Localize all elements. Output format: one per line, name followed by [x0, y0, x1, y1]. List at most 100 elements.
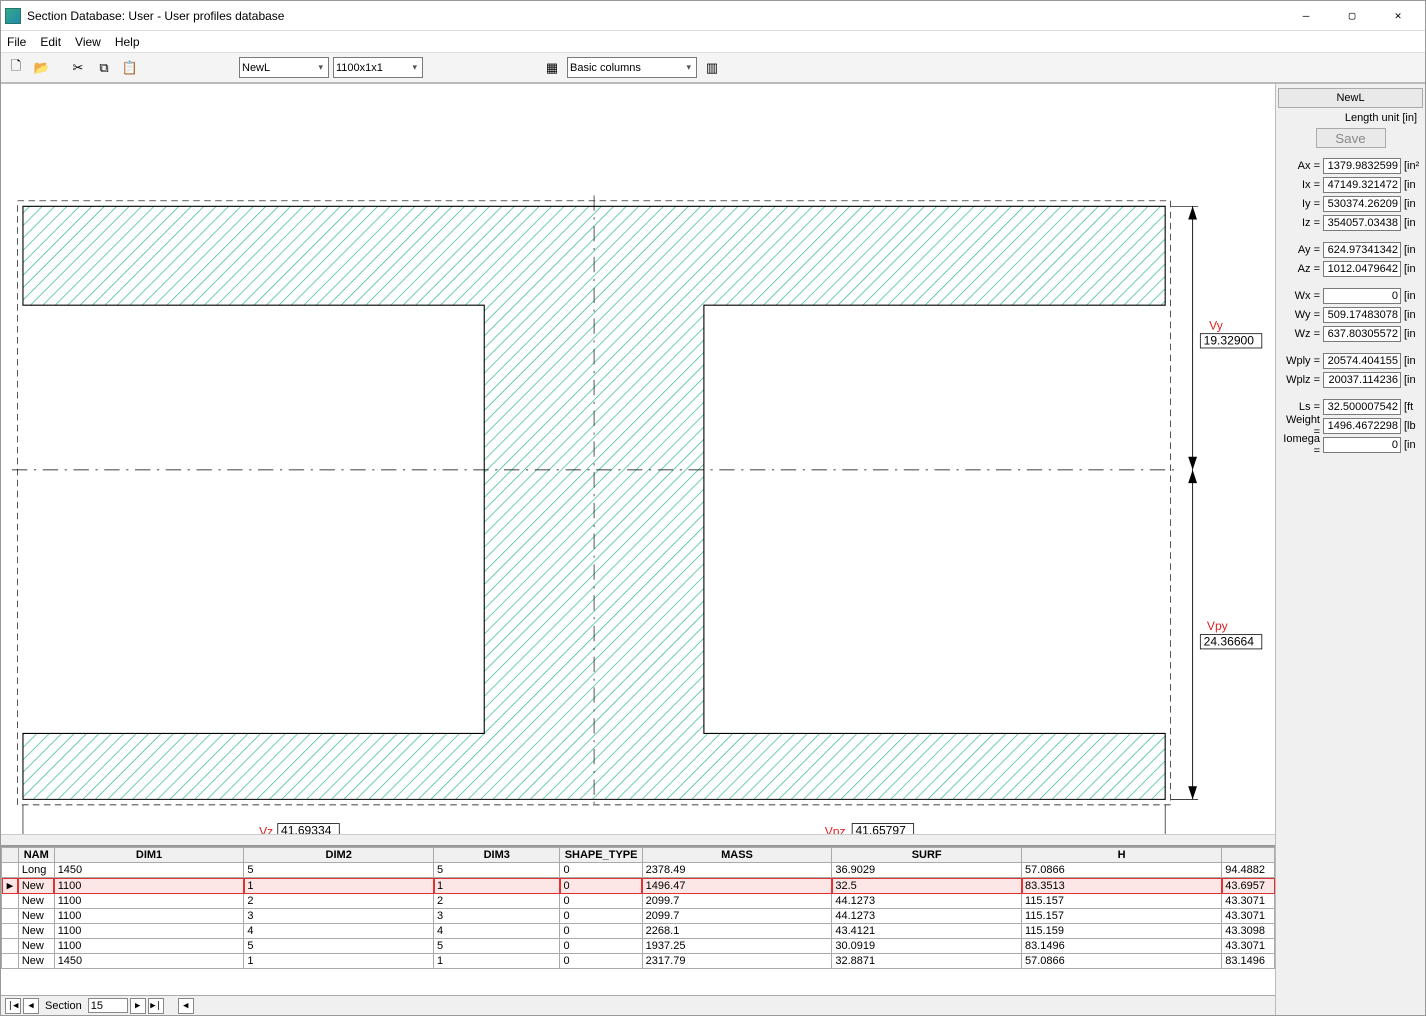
- table-row[interactable]: New14501102317.7932.887157.086683.1496: [2, 954, 1275, 969]
- property-row: Wplz =[in: [1278, 370, 1423, 389]
- property-unit: [in: [1404, 217, 1420, 229]
- svg-text:19.32900: 19.32900: [1204, 334, 1255, 348]
- property-row: Iomega = [in: [1278, 435, 1423, 454]
- nav-prev[interactable]: ◀: [23, 998, 39, 1014]
- property-input[interactable]: [1323, 196, 1401, 212]
- property-label: Ax =: [1278, 160, 1320, 172]
- property-label: Wx =: [1278, 290, 1320, 302]
- nav-last[interactable]: ▶|: [148, 998, 164, 1014]
- properties-panel: NewL Length unit [in] Save Ax =[in²Ix =[…: [1275, 84, 1425, 1015]
- property-unit: [in: [1404, 439, 1420, 451]
- property-label: Wply =: [1278, 355, 1320, 367]
- property-unit: [in: [1404, 309, 1420, 321]
- table-header[interactable]: SURF: [832, 848, 1022, 863]
- property-row: Wx =[in: [1278, 286, 1423, 305]
- property-row: Wz =[in: [1278, 324, 1423, 343]
- nav-label: Section: [41, 1000, 86, 1012]
- copy-icon[interactable]: ⧉: [93, 57, 115, 79]
- table-row[interactable]: New11003302099.744.1273115.15743.3071: [2, 909, 1275, 924]
- property-row: Iy =[in: [1278, 194, 1423, 213]
- table-row[interactable]: New11005501937.2530.091983.149643.3071: [2, 939, 1275, 954]
- maximize-button[interactable]: ▢: [1329, 2, 1375, 30]
- property-unit: [in²: [1404, 160, 1420, 172]
- property-input[interactable]: [1323, 288, 1401, 304]
- table-row[interactable]: Long14505502378.4936.902957.086694.4882: [2, 863, 1275, 878]
- section-name-combo[interactable]: NewL▾: [239, 57, 329, 78]
- sections-table[interactable]: NAMDIM1DIM2DIM3SHAPE_TYPEMASSSURFH Long1…: [1, 847, 1275, 969]
- nav-hscroll-left[interactable]: ◀: [178, 998, 194, 1014]
- window-title: Section Database: User - User profiles d…: [27, 9, 1283, 23]
- property-row: Ix = [in: [1278, 175, 1423, 194]
- property-input[interactable]: [1323, 437, 1401, 453]
- property-input[interactable]: [1323, 326, 1401, 342]
- property-row: Wply = [in: [1278, 351, 1423, 370]
- property-unit: [in: [1404, 328, 1420, 340]
- cut-icon[interactable]: ✂: [67, 57, 89, 79]
- property-unit: [in: [1404, 355, 1420, 367]
- drawing-hscroll[interactable]: [1, 834, 1275, 846]
- table-options-icon[interactable]: ▥: [701, 57, 723, 79]
- table-row[interactable]: ▶New11001101496.4732.583.351343.6957: [2, 878, 1275, 894]
- nav-record-input[interactable]: [88, 998, 128, 1013]
- property-label: Ls =: [1278, 401, 1320, 413]
- menu-view[interactable]: View: [75, 35, 101, 49]
- table-header[interactable]: H: [1022, 848, 1222, 863]
- property-input[interactable]: [1323, 177, 1401, 193]
- svg-text:Vz: Vz: [259, 825, 273, 834]
- props-header: NewL: [1278, 88, 1423, 108]
- table-header[interactable]: [2, 848, 19, 863]
- property-input[interactable]: [1323, 418, 1401, 434]
- property-input[interactable]: [1323, 307, 1401, 323]
- property-input[interactable]: [1323, 215, 1401, 231]
- save-button[interactable]: Save: [1316, 128, 1386, 148]
- property-label: Iy =: [1278, 198, 1320, 210]
- section-size-combo[interactable]: 1100x1x1▾: [333, 57, 423, 78]
- open-icon[interactable]: 📂: [31, 57, 53, 79]
- svg-text:Vy: Vy: [1209, 318, 1224, 332]
- minimize-button[interactable]: —: [1283, 2, 1329, 30]
- property-row: Iz =[in: [1278, 213, 1423, 232]
- column-set-combo[interactable]: Basic columns▾: [567, 57, 697, 78]
- menu-file[interactable]: File: [7, 35, 26, 49]
- table-row[interactable]: New11002202099.744.1273115.15743.3071: [2, 894, 1275, 909]
- property-label: Az =: [1278, 263, 1320, 275]
- property-input[interactable]: [1323, 158, 1401, 174]
- nav-next[interactable]: ▶: [130, 998, 146, 1014]
- property-input[interactable]: [1323, 399, 1401, 415]
- table-header[interactable]: [1222, 848, 1275, 863]
- new-icon[interactable]: 🗋: [5, 57, 27, 79]
- table-header[interactable]: MASS: [642, 848, 832, 863]
- property-row: Ay =[in: [1278, 240, 1423, 259]
- toolbar: 🗋 📂 ✂ ⧉ 📋 NewL▾ 1100x1x1▾ ▦ Basic column…: [1, 53, 1425, 83]
- property-unit: [in: [1404, 244, 1420, 256]
- table-row[interactable]: New11004402268.143.4121115.15943.3098: [2, 924, 1275, 939]
- table-header[interactable]: DIM3: [434, 848, 560, 863]
- grid-icon[interactable]: ▦: [541, 57, 563, 79]
- svg-text:41.69334: 41.69334: [281, 824, 332, 834]
- property-row: Wy =[in: [1278, 305, 1423, 324]
- property-unit: [in: [1404, 263, 1420, 275]
- app-icon: [5, 8, 21, 24]
- table-header[interactable]: SHAPE_TYPE: [560, 848, 642, 863]
- property-unit: [lb: [1404, 420, 1420, 432]
- menu-help[interactable]: Help: [115, 35, 140, 49]
- menu-edit[interactable]: Edit: [40, 35, 61, 49]
- property-input[interactable]: [1323, 372, 1401, 388]
- table-header[interactable]: DIM2: [244, 848, 434, 863]
- property-input[interactable]: [1323, 353, 1401, 369]
- property-unit: [in: [1404, 179, 1420, 191]
- property-label: Wplz =: [1278, 374, 1320, 386]
- svg-text:41.65797: 41.65797: [855, 824, 906, 834]
- table-header[interactable]: DIM1: [54, 848, 244, 863]
- nav-first[interactable]: |◀: [5, 998, 21, 1014]
- svg-text:Vpz: Vpz: [825, 825, 846, 834]
- svg-text:Vpy: Vpy: [1207, 619, 1229, 633]
- svg-text:24.36664: 24.36664: [1204, 635, 1255, 649]
- property-label: Ix =: [1278, 179, 1320, 191]
- property-label: Iomega =: [1278, 433, 1320, 457]
- paste-icon[interactable]: 📋: [119, 57, 141, 79]
- property-input[interactable]: [1323, 242, 1401, 258]
- property-input[interactable]: [1323, 261, 1401, 277]
- table-header[interactable]: NAM: [18, 848, 54, 863]
- close-button[interactable]: ✕: [1375, 2, 1421, 30]
